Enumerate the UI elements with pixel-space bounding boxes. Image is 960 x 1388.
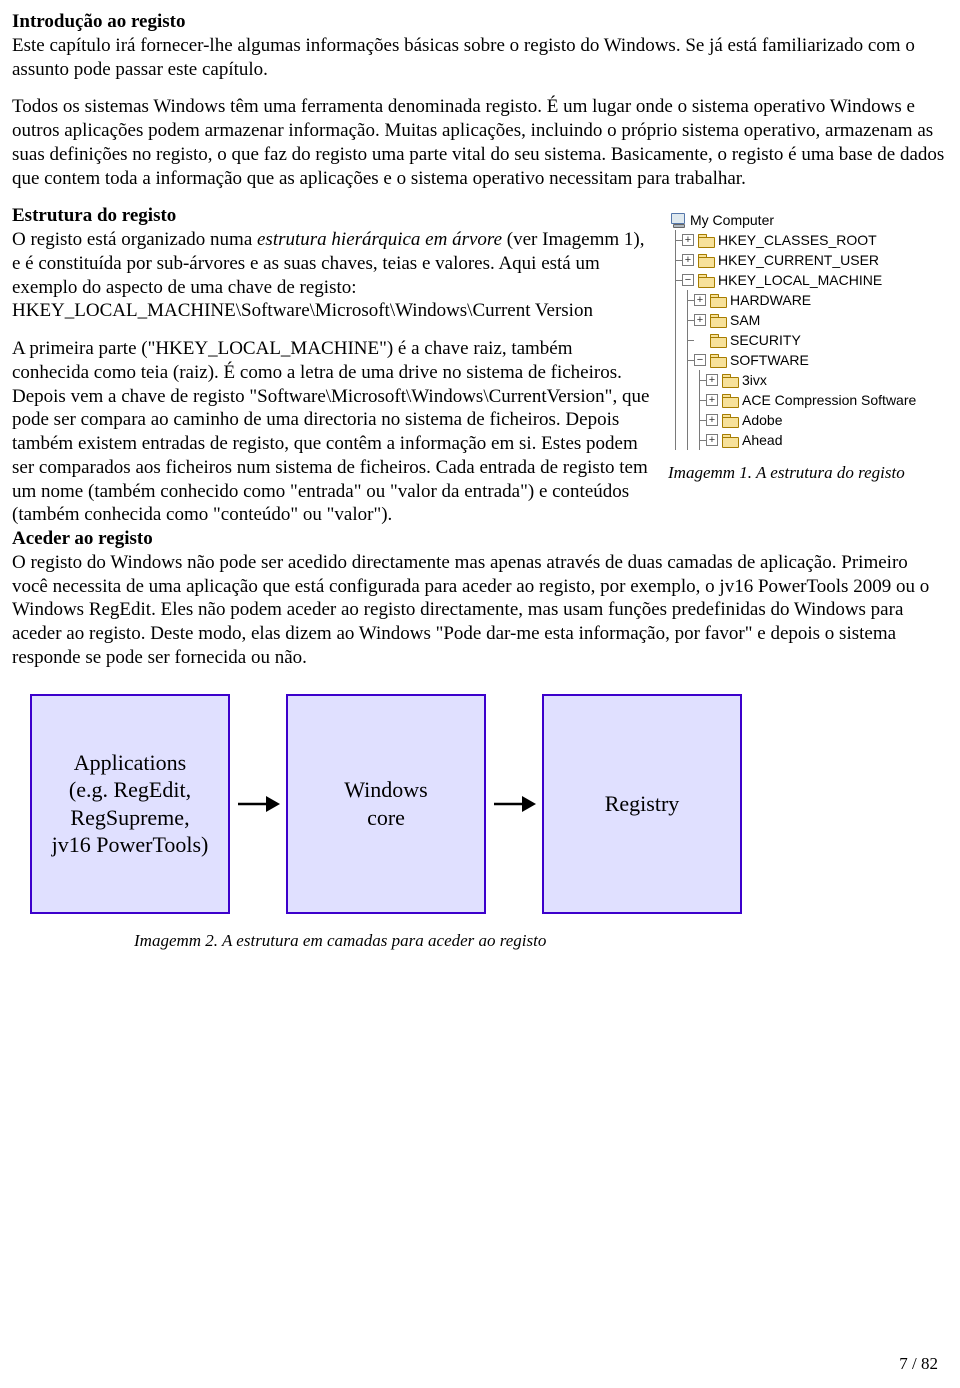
- expand-icon: +: [706, 434, 718, 446]
- tree-row: + 3ivx: [670, 370, 946, 390]
- expand-icon: +: [694, 314, 706, 326]
- folder-icon: [722, 394, 738, 407]
- tree-row: − HKEY_LOCAL_MACHINE: [670, 270, 946, 290]
- paragraph-access-detail: A primeira parte ("HKEY_LOCAL_MACHINE") …: [12, 338, 649, 525]
- tree-row: + Adobe: [670, 410, 946, 430]
- folder-icon: [710, 334, 726, 347]
- tree-label: HARDWARE: [730, 290, 811, 310]
- tree-label: Adobe: [742, 410, 782, 430]
- diagram-text: jv16 PowerTools): [52, 831, 209, 859]
- expand-icon: +: [694, 294, 706, 306]
- diagram-box-windows-core: Windows core: [286, 694, 486, 914]
- tree-row: + HARDWARE: [670, 290, 946, 310]
- example-registry-key: HKEY_LOCAL_MACHINE\Software\Microsoft\Wi…: [12, 300, 593, 321]
- tree-label: HKEY_CURRENT_USER: [718, 250, 879, 270]
- diagram-text: Registry: [605, 790, 680, 818]
- tree-label: Ahead: [742, 430, 782, 450]
- tree-row: + SAM: [670, 310, 946, 330]
- folder-icon: [722, 414, 738, 427]
- diagram-text: core: [367, 804, 405, 832]
- tree-row: + Ahead: [670, 430, 946, 450]
- diagram-text: Applications: [74, 749, 186, 777]
- figure-2: Applications (e.g. RegEdit, RegSupreme, …: [12, 694, 948, 951]
- tree-row: + HKEY_CURRENT_USER: [670, 250, 946, 270]
- tree-label: My Computer: [690, 210, 774, 230]
- expand-icon: +: [706, 374, 718, 386]
- arrow-icon: [230, 754, 286, 854]
- paragraph-access: O registo do Windows não pode ser acedid…: [12, 552, 929, 668]
- folder-icon: [722, 434, 738, 447]
- collapse-icon: −: [682, 274, 694, 286]
- tree-label: SAM: [730, 310, 760, 330]
- figure-1: My Computer + HKEY_CLASSES_ROOT + HKEY_C…: [668, 206, 948, 483]
- tree-row: + ACE Compression Software: [670, 390, 946, 410]
- folder-icon: [698, 254, 714, 267]
- paragraph-intro: Este capítulo irá fornecer-lhe algumas i…: [12, 35, 915, 80]
- diagram-box-registry: Registry: [542, 694, 742, 914]
- tree-row: SECURITY: [670, 330, 946, 350]
- tree-row: My Computer: [670, 210, 946, 230]
- page-number: 7 / 82: [899, 1353, 938, 1374]
- diagram-text: RegSupreme,: [70, 804, 189, 832]
- paragraph-structure-em: estrutura hierárquica em árvore: [257, 229, 502, 250]
- expand-icon: +: [682, 254, 694, 266]
- diagram-box-applications: Applications (e.g. RegEdit, RegSupreme, …: [30, 694, 230, 914]
- figure-1-caption: Imagemm 1. A estrutura do registo: [668, 462, 948, 483]
- expand-icon: +: [682, 234, 694, 246]
- expand-icon: +: [706, 394, 718, 406]
- folder-icon: [722, 374, 738, 387]
- diagram-text: Windows: [344, 776, 427, 804]
- folder-icon: [710, 354, 726, 367]
- tree-label: ACE Compression Software: [742, 390, 916, 410]
- collapse-icon: −: [694, 354, 706, 366]
- tree-label: SOFTWARE: [730, 350, 809, 370]
- computer-icon: [670, 213, 686, 227]
- paragraph-structure-a: O registo está organizado numa: [12, 229, 257, 250]
- heading-structure: Estrutura do registo: [12, 205, 176, 226]
- heading-access: Aceder ao registo: [12, 528, 153, 549]
- tree-row: − SOFTWARE: [670, 350, 946, 370]
- arrow-icon: [486, 754, 542, 854]
- folder-icon: [698, 274, 714, 287]
- tree-label: SECURITY: [730, 330, 801, 350]
- folder-icon: [710, 294, 726, 307]
- heading-intro: Introdução ao registo: [12, 11, 185, 32]
- folder-icon: [698, 234, 714, 247]
- expand-icon: +: [706, 414, 718, 426]
- paragraph-overview: Todos os sistemas Windows têm uma ferram…: [12, 96, 944, 188]
- figure-2-caption: Imagemm 2. A estrutura em camadas para a…: [134, 930, 948, 951]
- tree-row: + HKEY_CLASSES_ROOT: [670, 230, 946, 250]
- tree-label: HKEY_LOCAL_MACHINE: [718, 270, 882, 290]
- folder-icon: [710, 314, 726, 327]
- diagram-text: (e.g. RegEdit,: [69, 776, 191, 804]
- tree-label: 3ivx: [742, 370, 767, 390]
- registry-tree: My Computer + HKEY_CLASSES_ROOT + HKEY_C…: [668, 206, 948, 458]
- tree-label: HKEY_CLASSES_ROOT: [718, 230, 877, 250]
